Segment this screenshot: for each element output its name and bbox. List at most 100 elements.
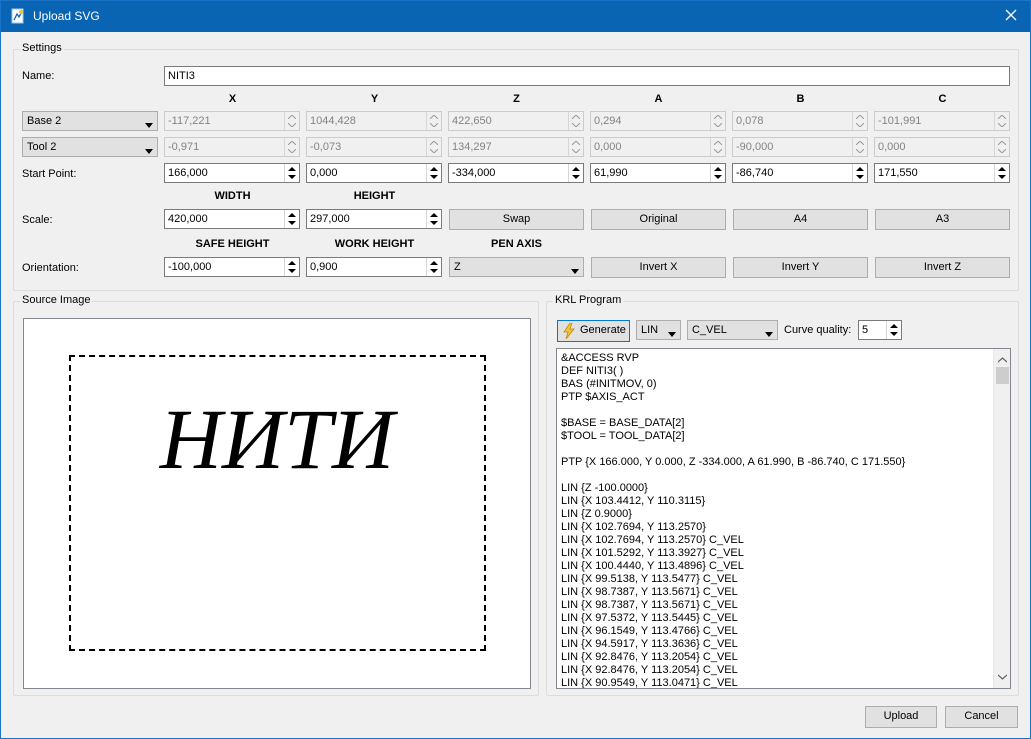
swap-button[interactable]: Swap xyxy=(449,209,584,230)
start-c-spinbox[interactable]: 171,550 xyxy=(874,163,1010,183)
code-line: LIN {X 99.5138, Y 113.5477} C_VEL xyxy=(561,573,738,585)
code-line: LIN {X 101.5292, Y 113.3927} C_VEL xyxy=(561,547,744,559)
spin-arrows-icon[interactable] xyxy=(426,210,441,228)
tool-select[interactable]: Tool 2 xyxy=(22,137,158,157)
code-line: DEF NITI3( ) xyxy=(561,365,624,377)
code-line: &ACCESS RVP xyxy=(561,352,640,364)
upload-button[interactable]: Upload xyxy=(865,706,937,728)
app-icon xyxy=(10,8,26,24)
pen-axis-select[interactable]: Z xyxy=(449,257,584,277)
safe-height-spinbox[interactable]: -100,000 xyxy=(164,257,300,277)
start-b-spinbox[interactable]: -86,740 xyxy=(732,163,868,183)
code-line: LIN {X 92.8476, Y 113.2054} C_VEL xyxy=(561,651,738,663)
code-line: LIN {X 98.7387, Y 113.5671} C_VEL xyxy=(561,599,738,611)
scale-width-spinbox[interactable]: 420,000 xyxy=(164,209,300,229)
pen-axis-value: Z xyxy=(454,261,461,273)
code-line: LIN {X 102.7694, Y 113.2570} xyxy=(561,521,706,533)
axis-header-z: Z xyxy=(513,93,520,105)
height-header: HEIGHT xyxy=(353,190,396,202)
start-y-spinbox[interactable]: 0,000 xyxy=(306,163,442,183)
original-button[interactable]: Original xyxy=(591,209,726,230)
start-z-spinbox[interactable]: -334,000 xyxy=(448,163,584,183)
start-a-value: 61,990 xyxy=(594,167,628,179)
base-y-value: 1044,428 xyxy=(310,115,356,127)
source-image-canvas[interactable]: НИТИ xyxy=(23,318,531,689)
velocity-select[interactable]: C_VEL xyxy=(687,320,778,340)
base-x-spinbox: -117,221 xyxy=(164,111,300,131)
code-line: BAS (#INITMOV, 0) xyxy=(561,378,657,390)
spin-arrows-icon[interactable] xyxy=(284,164,299,182)
name-input[interactable]: NITI3 xyxy=(164,66,1010,86)
spin-arrows-icon xyxy=(284,112,299,130)
cancel-button[interactable]: Cancel xyxy=(945,706,1018,728)
spin-arrows-icon[interactable] xyxy=(284,258,299,276)
invert-z-button[interactable]: Invert Z xyxy=(875,257,1010,278)
curve-quality-value: 5 xyxy=(862,324,869,336)
tool-x-value: -0,971 xyxy=(168,141,200,153)
code-line: LIN {X 94.5917, Y 113.3636} C_VEL xyxy=(561,638,738,650)
invert-x-button[interactable]: Invert X xyxy=(591,257,726,278)
scale-height-spinbox[interactable]: 297,000 xyxy=(306,209,442,229)
motion-type-select[interactable]: LIN xyxy=(636,320,681,340)
base-x-value: -117,221 xyxy=(168,115,211,127)
spin-arrows-icon xyxy=(568,138,583,156)
a3-button[interactable]: A3 xyxy=(875,209,1010,230)
spin-arrows-icon[interactable] xyxy=(710,164,725,182)
tool-y-spinbox: -0,073 xyxy=(306,137,442,157)
invert-y-button[interactable]: Invert Y xyxy=(733,257,868,278)
code-line: LIN {X 102.7694, Y 113.2570} C_VEL xyxy=(561,534,744,546)
preview-text: НИТИ xyxy=(159,391,399,487)
window-title: Upload SVG xyxy=(33,9,100,23)
base-y-spinbox: 1044,428 xyxy=(306,111,442,131)
start-x-value: 166,000 xyxy=(168,167,208,179)
generate-button[interactable]: Generate xyxy=(557,320,630,342)
start-a-spinbox[interactable]: 61,990 xyxy=(590,163,726,183)
vertical-scrollbar[interactable] xyxy=(993,349,1010,688)
code-line: $BASE = BASE_DATA[2] xyxy=(561,417,685,429)
close-icon xyxy=(1005,9,1017,24)
axis-header-y: Y xyxy=(370,93,379,105)
krl-code-lines: &ACCESS RVP DEF NITI3( ) BAS (#INITMOV, 0)… xyxy=(561,352,990,688)
scroll-down-icon[interactable] xyxy=(997,671,1008,683)
spin-arrows-icon[interactable] xyxy=(886,321,901,339)
tool-y-value: -0,073 xyxy=(310,141,342,153)
axis-header-c: C xyxy=(938,93,947,105)
tool-c-spinbox: 0,000 xyxy=(874,137,1010,157)
start-x-spinbox[interactable]: 166,000 xyxy=(164,163,300,183)
pen-axis-header: PEN AXIS xyxy=(491,238,542,250)
title-bar: Upload SVG xyxy=(1,1,1030,32)
settings-group-title: Settings xyxy=(20,42,64,54)
spin-arrows-icon[interactable] xyxy=(284,210,299,228)
spin-arrows-icon[interactable] xyxy=(568,164,583,182)
spin-arrows-icon[interactable] xyxy=(426,258,441,276)
a4-button[interactable]: A4 xyxy=(733,209,868,230)
work-height-spinbox[interactable]: 0,900 xyxy=(306,257,442,277)
code-line: $TOOL = TOOL_DATA[2] xyxy=(561,430,685,442)
close-button[interactable] xyxy=(992,1,1030,32)
code-line: LIN {X 98.7387, Y 113.5671} C_VEL xyxy=(561,586,738,598)
spin-arrows-icon xyxy=(568,112,583,130)
scroll-up-icon[interactable] xyxy=(997,354,1008,366)
axis-header-x: X xyxy=(228,93,237,105)
tool-z-value: 134,297 xyxy=(452,141,492,153)
krl-code-editor[interactable]: &ACCESS RVP DEF NITI3( ) BAS (#INITMOV, 0)… xyxy=(556,348,1011,689)
scroll-thumb[interactable] xyxy=(996,367,1009,384)
spin-arrows-icon xyxy=(284,138,299,156)
code-line: PTP $AXIS_ACT xyxy=(561,391,645,403)
base-b-spinbox: 0,078 xyxy=(732,111,868,131)
spin-arrows-icon[interactable] xyxy=(994,164,1009,182)
curve-quality-spinbox[interactable]: 5 xyxy=(858,320,902,340)
tool-a-spinbox: 0,000 xyxy=(590,137,726,157)
base-select-value: Base 2 xyxy=(27,115,62,127)
base-c-value: -101,991 xyxy=(878,115,922,127)
spin-arrows-icon[interactable] xyxy=(426,164,441,182)
tool-x-spinbox: -0,971 xyxy=(164,137,300,157)
spin-arrows-icon xyxy=(852,138,867,156)
source-image-title: Source Image xyxy=(20,294,93,306)
spin-arrows-icon xyxy=(852,112,867,130)
spin-arrows-icon[interactable] xyxy=(852,164,867,182)
base-b-value: 0,078 xyxy=(736,115,764,127)
base-select[interactable]: Base 2 xyxy=(22,111,158,131)
scale-width-value: 420,000 xyxy=(168,213,208,225)
axis-header-b: B xyxy=(796,93,805,105)
